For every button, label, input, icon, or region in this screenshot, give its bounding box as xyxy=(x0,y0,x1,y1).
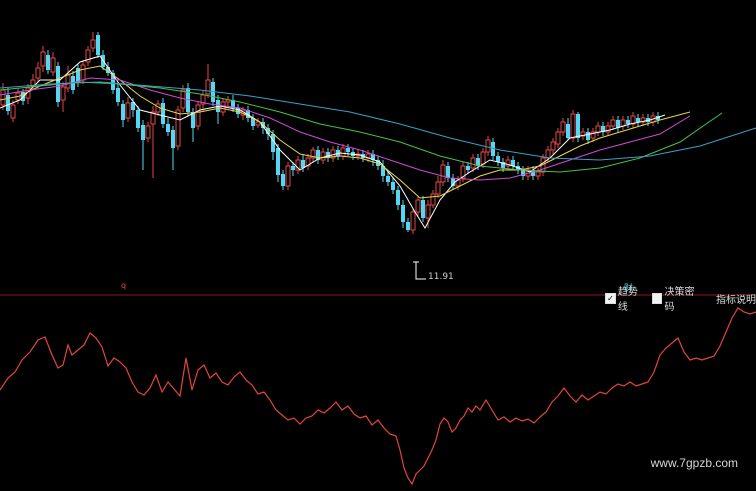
candle-body[interactable] xyxy=(440,164,446,183)
candle-body[interactable] xyxy=(620,119,626,127)
candle-body[interactable] xyxy=(346,148,350,152)
watermark: www.7gpzb.com xyxy=(650,456,738,470)
candle-body[interactable] xyxy=(125,102,131,119)
candle-body[interactable] xyxy=(320,151,326,161)
candle-body[interactable] xyxy=(430,193,436,206)
candle-body[interactable] xyxy=(586,132,590,140)
candle-body[interactable] xyxy=(535,171,541,177)
candle-body[interactable] xyxy=(626,120,630,124)
candle-body[interactable] xyxy=(570,113,576,139)
candle-body[interactable] xyxy=(175,109,181,147)
candle-body[interactable] xyxy=(80,64,86,81)
candle-body[interactable] xyxy=(435,181,441,195)
trend-line-checkbox[interactable]: ✓ xyxy=(605,292,616,304)
candle-body[interactable] xyxy=(550,141,556,151)
candle-body[interactable] xyxy=(566,124,570,138)
low-price-label: 11.91 xyxy=(428,272,454,282)
candle-body[interactable] xyxy=(340,147,346,157)
candle-body[interactable] xyxy=(555,131,561,145)
candle-body[interactable] xyxy=(40,51,46,67)
candle-body[interactable] xyxy=(410,211,416,231)
candle-body[interactable] xyxy=(406,222,410,230)
candle-body[interactable] xyxy=(116,88,120,102)
candle-body[interactable] xyxy=(560,121,566,133)
candle-body[interactable] xyxy=(0,89,6,106)
candle-body[interactable] xyxy=(391,182,395,190)
kline-chart[interactable] xyxy=(0,0,756,487)
trend-line-label[interactable]: 趋势线 xyxy=(618,283,648,313)
candle-body[interactable] xyxy=(141,125,145,140)
candle-body[interactable] xyxy=(35,67,41,79)
indicator-help-link[interactable]: 指标说明 xyxy=(716,291,756,306)
candle-body[interactable] xyxy=(96,35,100,55)
candle-body[interactable] xyxy=(161,103,165,124)
candle-body[interactable] xyxy=(396,190,400,205)
candle-body[interactable] xyxy=(496,156,500,162)
candle-body[interactable] xyxy=(171,130,175,148)
candle-body[interactable] xyxy=(466,166,470,170)
decision-code-checkbox[interactable] xyxy=(651,292,663,304)
candle-body[interactable] xyxy=(421,200,425,218)
candle-body[interactable] xyxy=(291,166,295,170)
candle-body[interactable] xyxy=(545,149,551,159)
candle-body[interactable] xyxy=(166,124,170,132)
candle-body[interactable] xyxy=(470,157,476,169)
candle-body[interactable] xyxy=(485,139,491,153)
candle-body[interactable] xyxy=(480,151,486,165)
candle-body[interactable] xyxy=(446,166,450,178)
candle-body[interactable] xyxy=(6,95,10,111)
candle-body[interactable] xyxy=(636,118,640,122)
candlestick-series xyxy=(0,32,660,234)
candle-body[interactable] xyxy=(60,86,66,101)
candle-body[interactable] xyxy=(595,125,601,133)
candle-body[interactable] xyxy=(50,57,56,73)
decision-code-toggle[interactable]: 决策密码 xyxy=(651,283,704,313)
candle-body[interactable] xyxy=(386,176,390,182)
decision-code-label[interactable]: 决策密码 xyxy=(664,283,704,313)
marker-q: q xyxy=(121,281,127,290)
candle-body[interactable] xyxy=(415,199,421,213)
candle-body[interactable] xyxy=(121,104,125,120)
candle-body[interactable] xyxy=(281,174,285,186)
candle-body[interactable] xyxy=(65,74,71,89)
candle-body[interactable] xyxy=(401,205,405,222)
low-price-marker xyxy=(415,262,426,280)
candle-body[interactable] xyxy=(610,119,616,127)
candle-body[interactable] xyxy=(255,121,261,126)
candle-body[interactable] xyxy=(195,104,201,127)
indicator-legend: ✓ 趋势线 决策密码 指标说明 xyxy=(605,287,756,313)
candle-body[interactable] xyxy=(276,148,280,175)
candle-body[interactable] xyxy=(10,104,16,119)
candle-body[interactable] xyxy=(90,39,96,49)
chart-stage[interactable]: 11.91 q 财 ✓ 趋势线 决策密码 指标说明 www.7gpzb.com xyxy=(0,0,756,487)
candle-body[interactable] xyxy=(136,110,140,128)
candle-body[interactable] xyxy=(205,79,211,95)
candle-body[interactable] xyxy=(145,125,151,139)
indicator-line xyxy=(0,307,756,486)
trend-line-toggle[interactable]: ✓ 趋势线 xyxy=(605,283,648,313)
candle-body[interactable] xyxy=(576,114,580,138)
candle-body[interactable] xyxy=(285,165,291,187)
candle-body[interactable] xyxy=(425,204,431,219)
candle-body[interactable] xyxy=(46,55,50,70)
